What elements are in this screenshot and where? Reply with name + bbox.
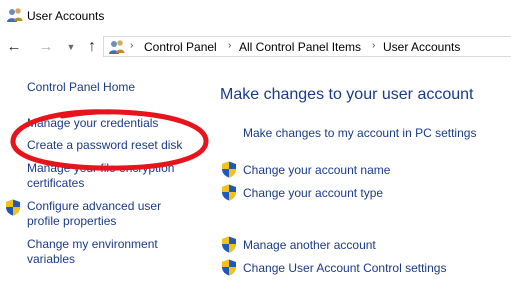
address-bar[interactable]: › Control Panel › All Control Panel Item… xyxy=(103,36,511,57)
breadcrumb-control-panel[interactable]: Control Panel xyxy=(144,40,217,54)
uac-shield-icon xyxy=(6,199,20,216)
breadcrumb-all-items[interactable]: All Control Panel Items xyxy=(239,40,361,54)
users-icon xyxy=(109,40,125,54)
breadcrumb-separator-icon[interactable]: › xyxy=(130,40,133,51)
arrow-right-icon[interactable]: → xyxy=(38,38,54,56)
change-uac-settings-link[interactable]: Change User Account Control settings xyxy=(243,261,446,275)
breadcrumb-separator-icon[interactable]: › xyxy=(228,40,231,51)
sidebar-item-label: Manage your file encryption xyxy=(27,161,175,175)
uac-shield-icon xyxy=(222,236,236,253)
users-icon xyxy=(7,8,23,22)
arrow-up-icon[interactable]: ↑ xyxy=(84,38,100,56)
sidebar-manage-file-encryption[interactable]: Manage your file encryption certificates xyxy=(27,161,174,191)
sidebar-configure-advanced-profile[interactable]: Configure advanced user profile properti… xyxy=(27,199,161,229)
sidebar-control-panel-home[interactable]: Control Panel Home xyxy=(27,80,135,95)
uac-shield-icon xyxy=(222,161,236,178)
manage-another-account-link[interactable]: Manage another account xyxy=(243,238,376,252)
uac-shield-icon xyxy=(222,184,236,201)
pc-settings-link[interactable]: Make changes to my account in PC setting… xyxy=(243,126,476,140)
sidebar-item-label: variables xyxy=(27,252,76,266)
page-title: Make changes to your user account xyxy=(220,86,474,103)
change-account-type-link[interactable]: Change your account type xyxy=(243,186,383,200)
navigation-bar: ← → ▼ ↑ › Control Panel › All Control Pa… xyxy=(0,34,511,60)
sidebar-item-label: profile properties xyxy=(27,214,117,228)
window-title: User Accounts xyxy=(27,9,105,23)
breadcrumb-separator-icon[interactable]: › xyxy=(372,40,375,51)
sidebar-change-environment-variables[interactable]: Change my environment variables xyxy=(27,237,158,267)
breadcrumb-user-accounts[interactable]: User Accounts xyxy=(383,40,460,54)
title-bar: User Accounts xyxy=(0,0,511,32)
sidebar-item-label: Configure advanced user xyxy=(27,199,162,213)
sidebar-create-password-reset-disk[interactable]: Create a password reset disk xyxy=(27,138,182,153)
sidebar-manage-credentials[interactable]: Manage your credentials xyxy=(27,116,158,131)
arrow-left-icon[interactable]: ← xyxy=(6,38,22,56)
change-account-name-link[interactable]: Change your account name xyxy=(243,163,390,177)
sidebar-item-label: Change my environment xyxy=(27,237,158,251)
uac-shield-icon xyxy=(222,259,236,276)
sidebar-item-label: certificates xyxy=(27,176,85,190)
chevron-down-icon[interactable]: ▼ xyxy=(63,38,79,56)
